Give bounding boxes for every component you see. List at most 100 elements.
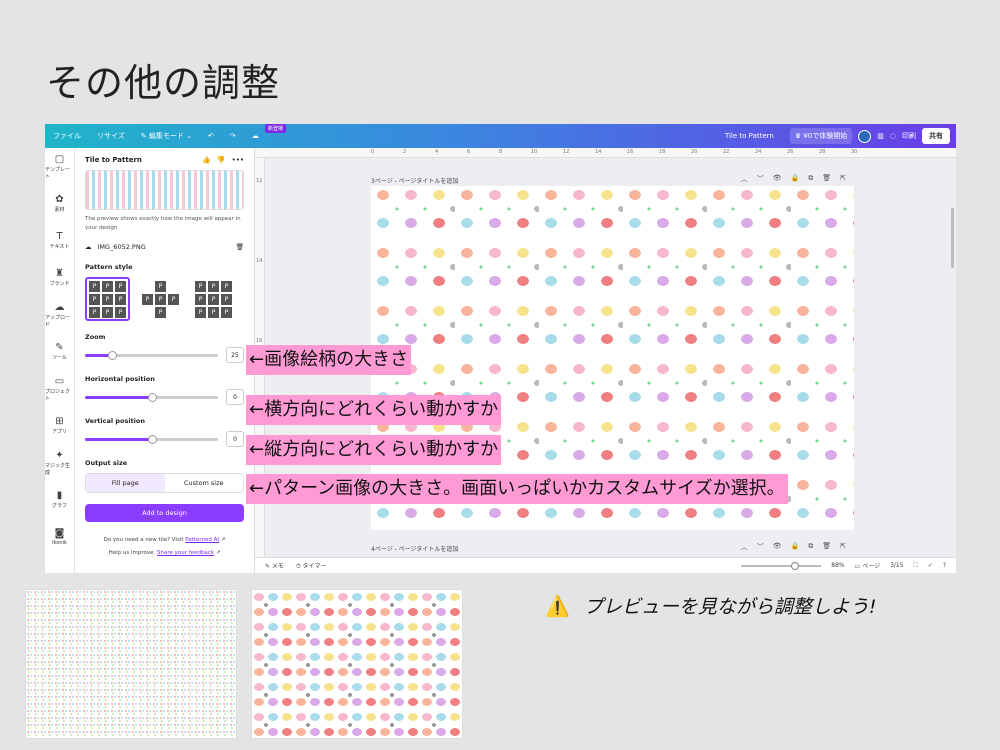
page3-label[interactable]: 3ページ - ページタイトルを追加 <box>371 176 458 185</box>
app-name: Tile to Pattern <box>724 132 774 140</box>
zoom-value[interactable]: 25 <box>226 347 244 363</box>
ruler-tick: 0 <box>371 149 375 155</box>
timer-button[interactable]: ⏱ タイマー <box>296 561 327 571</box>
rail-label: 素材 <box>54 207 65 213</box>
rail-icon: ▭ <box>54 375 65 387</box>
print-button[interactable]: 印刷 <box>902 131 916 141</box>
comment-icon[interactable]: ◌ <box>890 132 896 140</box>
pattern-style-half-drop[interactable]: P PPP P <box>138 277 183 321</box>
ruler-tick: 24 <box>755 149 762 155</box>
pattern-style-brick[interactable]: PPP PPP PPP <box>191 277 236 321</box>
page-tool-icon[interactable]: ⇱ <box>840 174 846 184</box>
horizontal-slider[interactable] <box>85 392 218 402</box>
edit-mode-menu[interactable]: ✎ 編集モード ⌄ <box>133 131 200 141</box>
page-tool-icon[interactable]: 🗑 <box>822 542 831 552</box>
redo-icon[interactable]: ↷ <box>222 132 244 140</box>
like-icon[interactable]: 👍 <box>202 156 211 164</box>
tip: ⚠️ プレビューを見ながら調整しよう! <box>545 592 877 619</box>
ruler-tick: 30 <box>851 149 858 155</box>
pages-button[interactable]: ▭ ページ <box>855 561 880 570</box>
page-tool-icon[interactable]: 🔒 <box>791 542 800 552</box>
rail-icon: ◙ <box>54 527 65 539</box>
rail-item-9[interactable]: ▮ グラフ <box>45 481 74 518</box>
page-tool-icon[interactable]: ⧉ <box>808 174 813 184</box>
rail-item-10[interactable]: ◙ Ikonik <box>45 518 74 555</box>
undo-icon[interactable]: ↶ <box>200 132 222 140</box>
patterned-ai-link[interactable]: Patterned AI <box>185 537 219 543</box>
rail-label: アップロード <box>45 314 71 328</box>
horizontal-value[interactable]: 0 <box>226 389 244 405</box>
ruler-tick: 20 <box>691 149 698 155</box>
bottom-bar: ✎ メモ ⏱ タイマー 88% ▭ ページ 3/15 ⛶ ✓ ? <box>255 557 956 573</box>
cloud-save-icon[interactable]: ☁ <box>244 132 267 140</box>
page-tool-icon[interactable]: 🔒 <box>791 174 800 184</box>
pattern-style-grid[interactable]: PPP PPP PPP <box>85 277 130 321</box>
rail-item-0[interactable]: ▢ テンプレート <box>45 148 74 185</box>
foot-help: Help us improve. <box>108 550 156 556</box>
ruler-tick: 18 <box>659 149 666 155</box>
canva-screenshot: ファイル リサイズ ✎ 編集モード ⌄ ↶ ↷ ☁ 新登場 Tile to Pa… <box>45 124 956 573</box>
ruler-tick: 14 <box>256 258 263 264</box>
feedback-link[interactable]: Share your feedback <box>157 550 214 556</box>
foot-question: Do you need a new tile? Visit <box>103 537 184 543</box>
zoom-label: Zoom <box>85 333 106 341</box>
page-tool-icon[interactable]: 👁 <box>773 542 782 552</box>
fill-page-option[interactable]: Fill page <box>86 474 165 492</box>
file-menu[interactable]: ファイル <box>45 131 89 141</box>
page3-tools: ︿ ﹀ 👁 🔒 ⧉ 🗑 ⇱ <box>741 174 846 184</box>
share-button[interactable]: 共有 <box>922 128 950 144</box>
rail-item-7[interactable]: ⊞ アプリ <box>45 407 74 444</box>
trial-button[interactable]: ♛ ¥0で体験開始 <box>789 128 853 144</box>
zoom-percent[interactable]: 88% <box>831 562 844 569</box>
add-to-design-button[interactable]: Add to design <box>85 504 244 522</box>
vertical-value[interactable]: 0 <box>226 431 244 447</box>
dislike-icon[interactable]: 👎 <box>217 156 226 164</box>
help-icon[interactable]: ? <box>943 562 946 569</box>
zoom-level-slider[interactable] <box>741 561 822 570</box>
page-tool-icon[interactable]: 🗑 <box>822 174 831 184</box>
check-icon[interactable]: ✓ <box>928 562 933 569</box>
rail-icon: ✿ <box>55 194 64 205</box>
avatar[interactable] <box>858 129 872 143</box>
fullscreen-icon[interactable]: ⛶ <box>914 562 918 570</box>
rail-item-5[interactable]: ✎ ツール <box>45 333 74 370</box>
rail-icon: ✦ <box>55 449 64 461</box>
rail-item-1[interactable]: ✿ 素材 <box>45 185 74 222</box>
rail-item-8[interactable]: ✦ マジック生成 <box>45 444 74 481</box>
rail-item-6[interactable]: ▭ プロジェクト <box>45 370 74 407</box>
more-icon[interactable]: ••• <box>232 156 244 164</box>
custom-size-option[interactable]: Custom size <box>165 474 244 492</box>
page-tool-icon[interactable]: 👁 <box>773 174 782 184</box>
chart-icon[interactable]: ▥ <box>877 132 884 140</box>
zoom-slider[interactable] <box>85 350 218 360</box>
annotation-vertical: ←縦方向にどれくらい動かすか <box>246 435 502 465</box>
ruler-tick: 28 <box>819 149 826 155</box>
notes-button[interactable]: ✎ メモ <box>265 561 284 570</box>
vertical-scrollbar[interactable] <box>951 208 954 268</box>
page-tool-icon[interactable]: ⧉ <box>808 542 813 552</box>
rail-item-3[interactable]: ♜ ブランド <box>45 259 74 296</box>
page-tool-icon[interactable]: ︿ <box>741 174 748 184</box>
rail-icon: ▢ <box>54 153 65 165</box>
rail-label: アプリ <box>51 429 67 435</box>
page-tool-icon[interactable]: ﹀ <box>757 542 764 552</box>
ruler-tick: 10 <box>531 149 538 155</box>
delete-icon[interactable]: 🗑 <box>236 243 244 251</box>
resize-menu[interactable]: リサイズ <box>89 131 133 141</box>
vertical-slider[interactable] <box>85 434 218 444</box>
page-tool-icon[interactable]: ︿ <box>741 542 748 552</box>
rail-label: テンプレート <box>45 166 70 180</box>
ruler-tick: 8 <box>499 149 503 155</box>
rail-item-2[interactable]: T テキスト <box>45 222 74 259</box>
page4-label[interactable]: 4ページ - ページタイトルを追加 <box>371 544 458 553</box>
page-tool-icon[interactable]: ⇱ <box>840 542 846 552</box>
example-fill-large <box>251 589 463 739</box>
rail-item-4[interactable]: ☁ アップロード <box>45 296 74 333</box>
annotation-zoom: ←画像絵柄の大きさ <box>246 345 412 375</box>
annotation-horizontal: ←横方向にどれくらい動かすか <box>246 395 502 425</box>
pattern-style-label: Pattern style <box>85 263 133 271</box>
slide-title: その他の調整 <box>46 61 281 105</box>
rail-label: マジック生成 <box>45 462 71 476</box>
rail-icon: ▮ <box>56 490 63 501</box>
page-tool-icon[interactable]: ﹀ <box>757 174 764 184</box>
